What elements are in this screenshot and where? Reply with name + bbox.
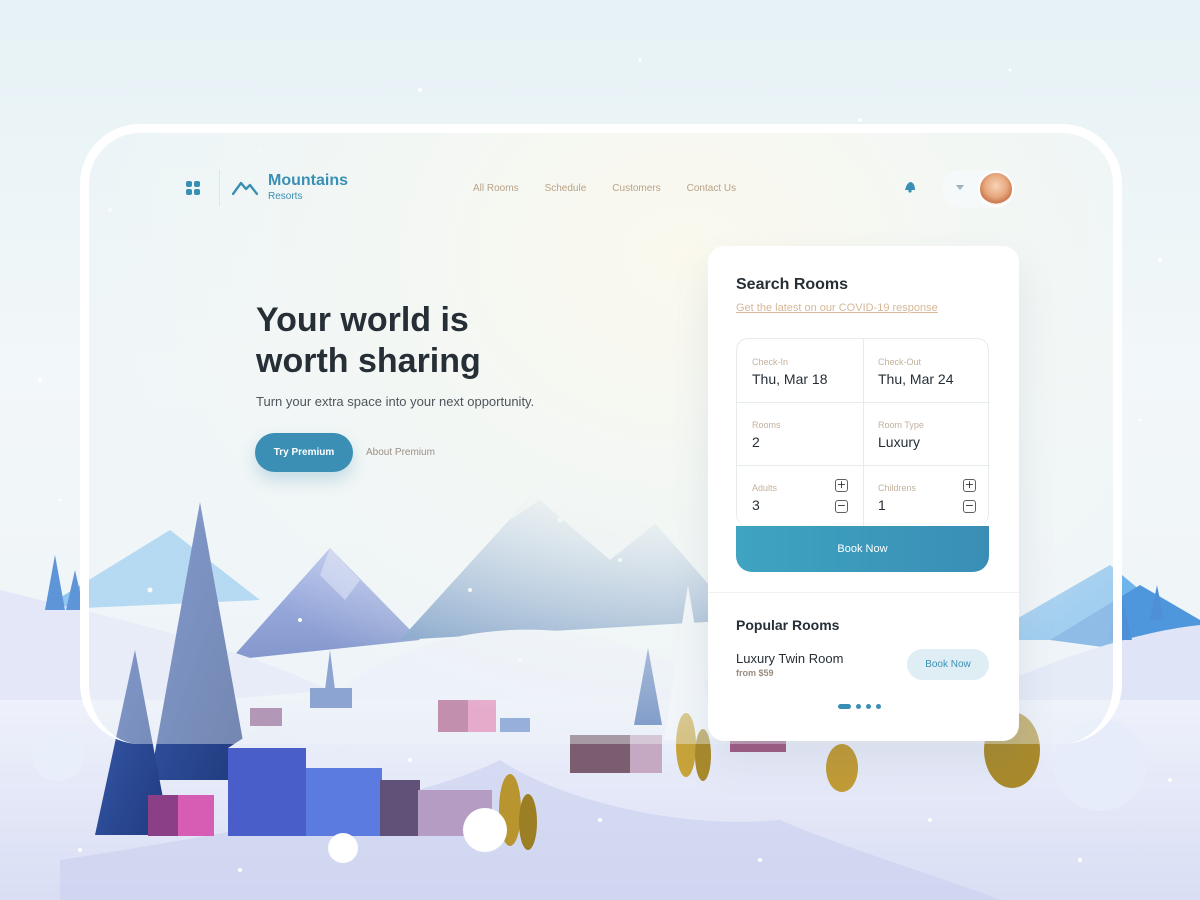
grid-menu-icon[interactable] — [186, 181, 200, 195]
brand-name[interactable]: Mountains — [268, 172, 348, 190]
room-type-label: Room Type — [878, 420, 924, 430]
room-price: from $59 — [736, 668, 774, 678]
nav-schedule[interactable]: Schedule — [545, 183, 587, 194]
room-name[interactable]: Luxury Twin Room — [736, 651, 843, 666]
nav-all-rooms[interactable]: All Rooms — [473, 183, 519, 194]
checkin-label: Check-In — [752, 357, 789, 367]
rooms-field[interactable]: Rooms 2 — [737, 402, 863, 465]
book-now-button[interactable]: Book Now — [736, 526, 989, 572]
carousel-dot[interactable] — [856, 704, 861, 709]
booking-form-grid: Check-In Thu, Mar 18 Check-Out Thu, Mar … — [736, 338, 990, 528]
rooms-label: Rooms — [752, 420, 781, 430]
rooms-value[interactable]: 2 — [752, 434, 760, 450]
children-label: Childrens — [878, 483, 917, 493]
children-increment-button[interactable]: + — [963, 479, 976, 492]
children-field: Childrens 1 + − — [863, 465, 989, 528]
grid-divider — [863, 339, 864, 527]
nav-customers[interactable]: Customers — [612, 183, 660, 194]
popular-rooms-title: Popular Rooms — [736, 617, 840, 633]
main-nav: All Rooms Schedule Customers Contact Us — [473, 183, 736, 194]
adults-increment-button[interactable]: + — [835, 479, 848, 492]
card-divider — [708, 592, 1019, 593]
covid-response-link[interactable]: Get the latest on our COVID-19 response — [736, 302, 938, 314]
room-type-field[interactable]: Room Type Luxury — [863, 402, 989, 465]
room-book-now-button[interactable]: Book Now — [907, 649, 989, 680]
try-premium-button[interactable]: Try Premium — [255, 433, 353, 472]
checkout-label: Check-Out — [878, 357, 922, 367]
hero-title: Your world is worth sharing — [256, 300, 576, 382]
checkin-field[interactable]: Check-In Thu, Mar 18 — [737, 339, 863, 402]
header-divider — [219, 170, 220, 206]
hero-subtitle: Turn your extra space into your next opp… — [256, 394, 535, 409]
avatar[interactable] — [978, 171, 1014, 207]
carousel-pagination — [838, 704, 881, 709]
hero-title-line-1: Your world is — [256, 301, 469, 339]
nav-contact-us[interactable]: Contact Us — [687, 183, 736, 194]
mountain-logo-icon — [232, 181, 258, 195]
adults-value[interactable]: 3 — [752, 497, 760, 513]
checkin-value[interactable]: Thu, Mar 18 — [752, 371, 827, 387]
carousel-dot[interactable] — [838, 704, 851, 709]
bell-icon[interactable] — [903, 179, 917, 193]
carousel-dot[interactable] — [876, 704, 881, 709]
checkout-value[interactable]: Thu, Mar 24 — [878, 371, 953, 387]
checkout-field[interactable]: Check-Out Thu, Mar 24 — [863, 339, 989, 402]
profile-menu[interactable] — [942, 170, 1014, 208]
children-value[interactable]: 1 — [878, 497, 886, 513]
search-rooms-card: Search Rooms Get the latest on our COVID… — [708, 246, 1019, 741]
adults-decrement-button[interactable]: − — [835, 500, 848, 513]
hero-title-line-2: worth sharing — [256, 342, 481, 380]
carousel-dot[interactable] — [866, 704, 871, 709]
adults-label: Adults — [752, 483, 778, 493]
room-type-value[interactable]: Luxury — [878, 434, 920, 450]
children-decrement-button[interactable]: − — [963, 500, 976, 513]
adults-field: Adults 3 + − — [737, 465, 863, 528]
search-rooms-title: Search Rooms — [736, 276, 849, 293]
chevron-down-icon[interactable] — [956, 185, 964, 190]
about-premium-link[interactable]: About Premium — [366, 447, 435, 458]
brand-subtitle: Resorts — [268, 191, 303, 202]
